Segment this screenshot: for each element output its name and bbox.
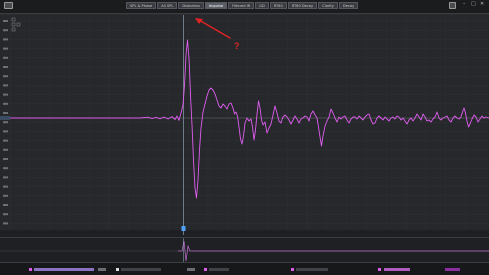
overlay-button[interactable] — [11, 27, 16, 32]
annotation-arrow-line — [198, 19, 231, 39]
graph-tab-bar: SPL & Phase All SPL Distortion Impulse F… — [126, 2, 359, 10]
tab-gd[interactable]: GD — [255, 2, 269, 9]
top-toolbar: SPL & Phase All SPL Distortion Impulse F… — [0, 0, 489, 14]
close-icon[interactable]: ✕ — [480, 2, 484, 7]
legend-status-bar — [0, 262, 489, 275]
y-tick-label — [3, 130, 8, 133]
annotation-question-mark: ? — [234, 41, 240, 51]
tab-rt60-decay[interactable]: RT60 Decay — [287, 2, 318, 9]
y-tick-label — [3, 222, 8, 225]
y-tick-label — [3, 38, 8, 41]
y-tick-label — [3, 148, 8, 151]
y-tick-label — [3, 204, 8, 206]
tab-spl-phase[interactable]: SPL & Phase — [126, 2, 157, 9]
y-tick-label — [3, 47, 8, 50]
impulse-trace — [10, 39, 489, 199]
measurement-4-name[interactable] — [296, 268, 328, 271]
tab-rt60[interactable]: RT60 — [269, 2, 287, 9]
impulse-plot[interactable]: ? — [0, 15, 489, 237]
measurement-3-color-swatch[interactable] — [204, 268, 207, 271]
maximize-icon[interactable]: □ — [471, 2, 476, 7]
overlay-button[interactable] — [16, 22, 21, 27]
y-tick-label — [3, 29, 8, 32]
y-tick-label — [3, 176, 8, 179]
y-tick-label — [3, 84, 8, 87]
y-tick-label — [3, 93, 8, 96]
horizontal-grid — [10, 20, 489, 224]
y-tick-label — [3, 56, 8, 59]
capture-icon[interactable] — [4, 2, 13, 9]
measurement-2-value — [187, 268, 195, 271]
cursor-marker-bottom[interactable] — [181, 226, 186, 231]
y-tick-label — [3, 20, 8, 22]
y-tick-label — [3, 158, 8, 160]
overlay-buttons — [11, 17, 21, 32]
measurement-1-name[interactable] — [34, 268, 94, 271]
y-tick-label — [3, 121, 8, 124]
measurement-2-color-swatch[interactable] — [116, 268, 119, 271]
measurement-1-value — [98, 268, 106, 271]
measurement-2-name[interactable] — [121, 268, 161, 271]
y-tick-label — [3, 167, 8, 170]
measurement-5-level[interactable] — [445, 268, 460, 271]
overview-trace — [0, 238, 489, 263]
measurement-1-color-swatch[interactable] — [29, 268, 32, 271]
measurement-4-color-swatch[interactable] — [291, 268, 294, 271]
y-tick-label — [3, 213, 8, 216]
y-tick-label — [3, 102, 8, 105]
tab-clarity[interactable]: Clarity — [318, 2, 338, 9]
overview-strip[interactable] — [0, 237, 489, 263]
measurement-5-color-swatch[interactable] — [378, 268, 381, 271]
y-tick-labels — [3, 20, 8, 225]
measurement-5-name[interactable] — [384, 268, 410, 271]
annotation-arrow: ? — [195, 18, 240, 51]
tab-impulse[interactable]: Impulse — [204, 2, 228, 9]
y-tick-label — [3, 75, 8, 78]
measurement-3-name[interactable] — [209, 268, 229, 271]
y-tick-label — [3, 185, 8, 188]
overlay-button[interactable] — [11, 17, 16, 22]
y-tick-label — [3, 139, 8, 142]
y-axis-marker — [0, 116, 10, 120]
minimize-icon[interactable]: – — [463, 2, 466, 7]
preferences-icon[interactable] — [449, 2, 456, 9]
tab-decay[interactable]: Decay — [338, 2, 359, 9]
overlay-button[interactable] — [11, 22, 16, 27]
x-axis-strip — [0, 230, 489, 237]
tab-filtered-ir[interactable]: Filtered IR — [228, 2, 255, 9]
y-tick-label — [3, 194, 8, 197]
y-tick-label — [3, 112, 8, 114]
tab-all-spl[interactable]: All SPL — [157, 2, 178, 9]
y-tick-label — [3, 66, 8, 68]
tab-distortion[interactable]: Distortion — [178, 2, 204, 9]
